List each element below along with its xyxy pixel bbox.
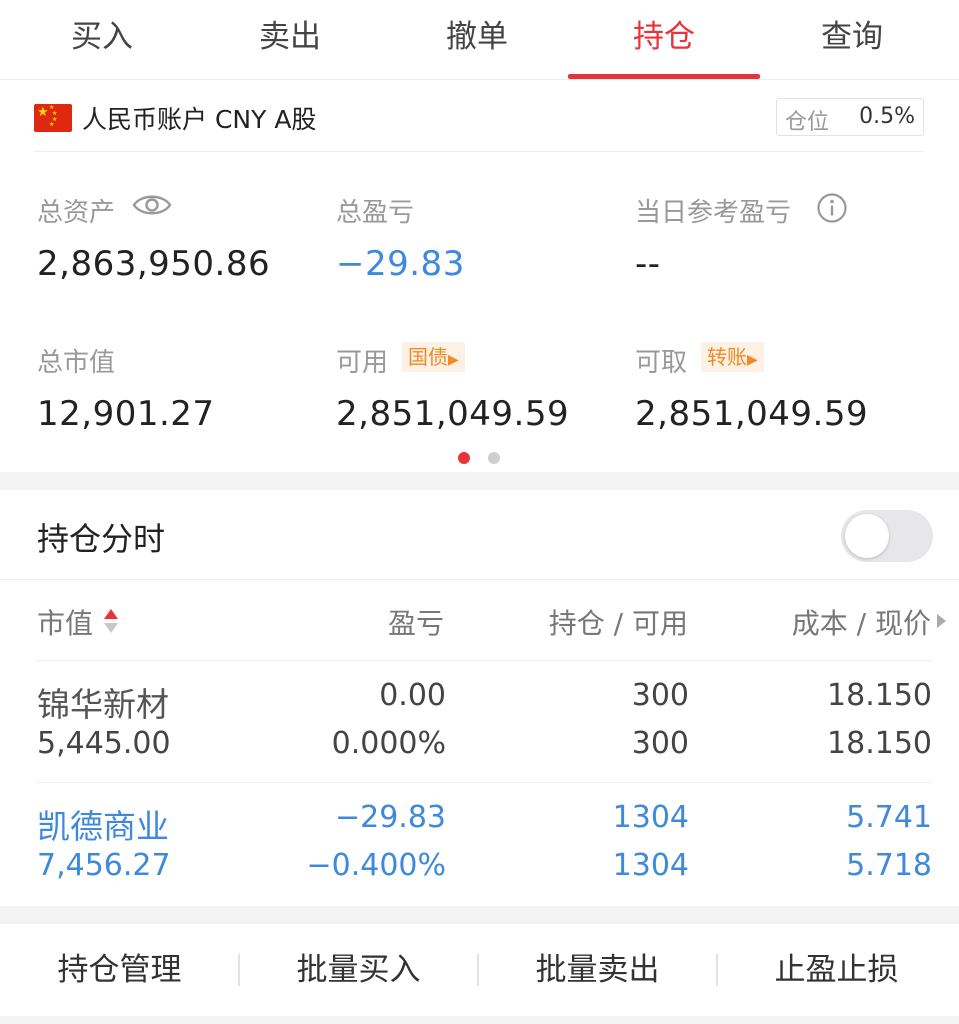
withdrawable-value: 2,851,049.59 [635,394,869,434]
holding-timeshare-row: 持仓分时 [0,490,959,580]
today-pnl-label: 当日参考盈亏 [635,198,792,228]
stock-position: 1304 [612,800,689,835]
take-profit-stop-loss-button[interactable]: 止盈止损 [717,924,956,1016]
batch-buy-button[interactable]: 批量买入 [239,924,478,1016]
header-position-available[interactable]: 持仓 / 可用 [549,602,688,642]
header-cost-price[interactable]: 成本 / 现价 [792,602,931,642]
china-flag-icon: ★ ★ ★ ★ ★ [34,104,72,132]
account-name: 人民币账户 CNY A股 [82,105,317,134]
total-assets-label: 总资产 [37,198,116,228]
holding-timeshare-toggle[interactable] [841,510,933,562]
tab-buy[interactable]: 买入 [7,0,197,80]
market-value-label: 总市值 [37,348,116,378]
available-label: 可用 [336,348,389,378]
chevron-right-icon[interactable] [935,612,947,630]
stock-name: 凯德商业 [37,807,169,846]
play-arrow-icon: ▶ [747,352,758,368]
stock-cost: 18.150 [827,678,932,713]
stock-price: 5.718 [846,848,932,883]
tab-sell[interactable]: 卖出 [195,0,385,80]
stock-pnl-percent: 0.000% [331,726,446,761]
info-icon[interactable] [816,192,848,224]
toggle-knob [845,514,889,558]
stock-cost: 5.741 [846,800,932,835]
page-dot-active[interactable] [458,452,470,464]
holding-timeshare-label: 持仓分时 [37,520,166,558]
tab-cancel-order[interactable]: 撤单 [382,0,572,80]
tab-query[interactable]: 查询 [757,0,947,80]
position-ratio-label: 仓位 [785,110,830,135]
active-tab-indicator [568,74,760,79]
available-value: 2,851,049.59 [336,394,570,434]
stock-price: 18.150 [827,726,932,761]
top-tab-bar: 买入 卖出 撤单 持仓 查询 [0,0,959,80]
eye-icon[interactable] [132,190,172,220]
account-header[interactable]: ★ ★ ★ ★ ★ 人民币账户 CNY A股 仓位 0.5% [34,96,924,152]
treasury-bond-tag-label: 国债 [408,345,448,369]
account-summary-card: ★ ★ ★ ★ ★ 人民币账户 CNY A股 仓位 0.5% 总资产 2,863… [0,80,959,472]
market-value-value: 12,901.27 [37,394,215,434]
stock-market-value: 5,445.00 [37,726,171,761]
total-pnl-value: −29.83 [336,244,465,284]
position-ratio-badge: 仓位 0.5% [776,98,924,136]
withdrawable-label: 可取 [635,348,688,378]
transfer-tag-label: 转账 [707,345,747,369]
play-arrow-icon: ▶ [448,352,459,368]
total-pnl-label: 总盈亏 [336,198,415,228]
header-market-value[interactable]: 市值 [37,602,93,642]
transfer-tag[interactable]: 转账▶ [701,342,764,372]
stock-position: 300 [631,678,689,713]
today-pnl-value: -- [635,244,661,284]
stock-name: 锦华新材 [37,685,169,724]
divider [36,782,932,783]
page-dot[interactable] [488,452,500,464]
stock-market-value: 7,456.27 [37,848,171,883]
sort-icon[interactable] [102,606,120,636]
tab-holdings[interactable]: 持仓 [569,0,759,80]
batch-sell-button[interactable]: 批量卖出 [478,924,717,1016]
holdings-table: 市值 盈亏 持仓 / 可用 成本 / 现价 锦华新材 5,445.00 0.00… [0,580,959,906]
position-ratio-value: 0.5% [859,104,915,129]
total-assets-value: 2,863,950.86 [37,244,271,284]
stock-available: 300 [631,726,689,761]
stock-pnl: 0.00 [379,678,446,713]
manage-holdings-button[interactable]: 持仓管理 [0,924,239,1016]
treasury-bond-tag[interactable]: 国债▶ [402,342,465,372]
divider [36,660,932,661]
header-pnl[interactable]: 盈亏 [388,602,444,642]
stock-available: 1304 [612,848,689,883]
action-bar: 持仓管理 批量买入 批量卖出 止盈止损 [0,924,959,1016]
stock-pnl: −29.83 [334,800,446,835]
stock-pnl-percent: −0.400% [306,848,446,883]
